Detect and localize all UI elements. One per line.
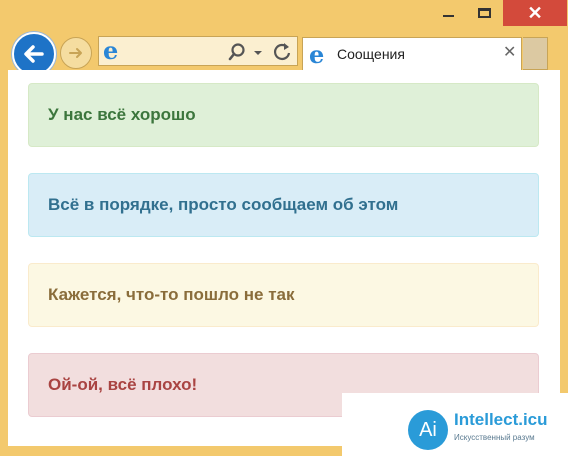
alert-info: Всё в порядке, просто сообщаем об этом: [28, 173, 539, 237]
minimize-icon: [442, 15, 454, 17]
refresh-icon[interactable]: [271, 41, 293, 63]
minimize-button[interactable]: [432, 0, 464, 26]
address-bar[interactable]: e: [98, 36, 298, 66]
alert-warning: Кажется, что-то пошло не так: [28, 263, 539, 327]
arrow-right-icon: [69, 48, 82, 58]
forward-button[interactable]: [60, 37, 92, 69]
tab-messages[interactable]: e Соощения ✕: [302, 37, 522, 70]
ie-logo-icon: e: [309, 40, 325, 69]
close-window-button[interactable]: ✕: [503, 0, 567, 26]
close-tab-icon[interactable]: ✕: [503, 42, 516, 62]
watermark-logo: Ai: [408, 410, 448, 450]
ie-logo-icon: e: [103, 36, 119, 65]
close-icon: ✕: [527, 2, 543, 23]
page-viewport: У нас всё хорошо Всё в порядке, просто с…: [8, 70, 560, 446]
watermark-name: Intellect.icu: [454, 410, 548, 429]
maximize-button[interactable]: [468, 0, 500, 26]
search-icon[interactable]: [227, 42, 247, 62]
address-input[interactable]: [129, 42, 223, 64]
chevron-down-icon[interactable]: [251, 42, 265, 62]
alert-success: У нас всё хорошо: [28, 83, 539, 147]
new-tab-button[interactable]: [523, 37, 548, 70]
arrow-left-icon: [24, 45, 44, 63]
tab-title: Соощения: [337, 46, 405, 62]
watermark-tagline: Искусственный разум: [454, 433, 535, 442]
maximize-icon: [477, 8, 491, 18]
watermark: Ai Intellect.icu Искусственный разум: [342, 393, 568, 456]
